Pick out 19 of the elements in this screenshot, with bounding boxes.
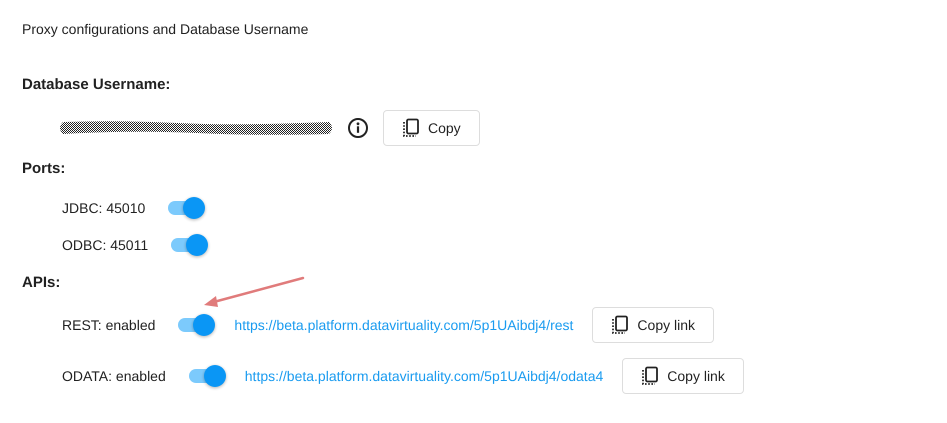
section-heading: Database Username: [22, 75, 170, 95]
toggle-switch[interactable] [171, 234, 208, 256]
toggle-label: ODATA: enabled [62, 368, 166, 384]
copy-button[interactable]: Copy link [592, 307, 714, 343]
copy-icon [402, 118, 420, 138]
toggle-label: ODBC: 45011 [62, 237, 148, 253]
page-title: Proxy configurations and Database Username [22, 20, 308, 38]
toggle-switch[interactable] [188, 365, 226, 387]
copy-icon [641, 366, 660, 386]
toggle-label: REST: enabled [62, 317, 156, 333]
toggle-switch[interactable] [178, 314, 216, 336]
info-icon[interactable] [347, 117, 369, 139]
toggle-switch[interactable] [168, 197, 206, 219]
copy-button[interactable]: Copy [383, 110, 480, 146]
toggle-label: JDBC: 45010 [62, 200, 146, 216]
copy-icon [611, 315, 630, 335]
section-heading: Ports: [22, 159, 66, 179]
copy-button[interactable]: Copy link [622, 358, 744, 394]
section-heading: APIs: [22, 273, 60, 293]
